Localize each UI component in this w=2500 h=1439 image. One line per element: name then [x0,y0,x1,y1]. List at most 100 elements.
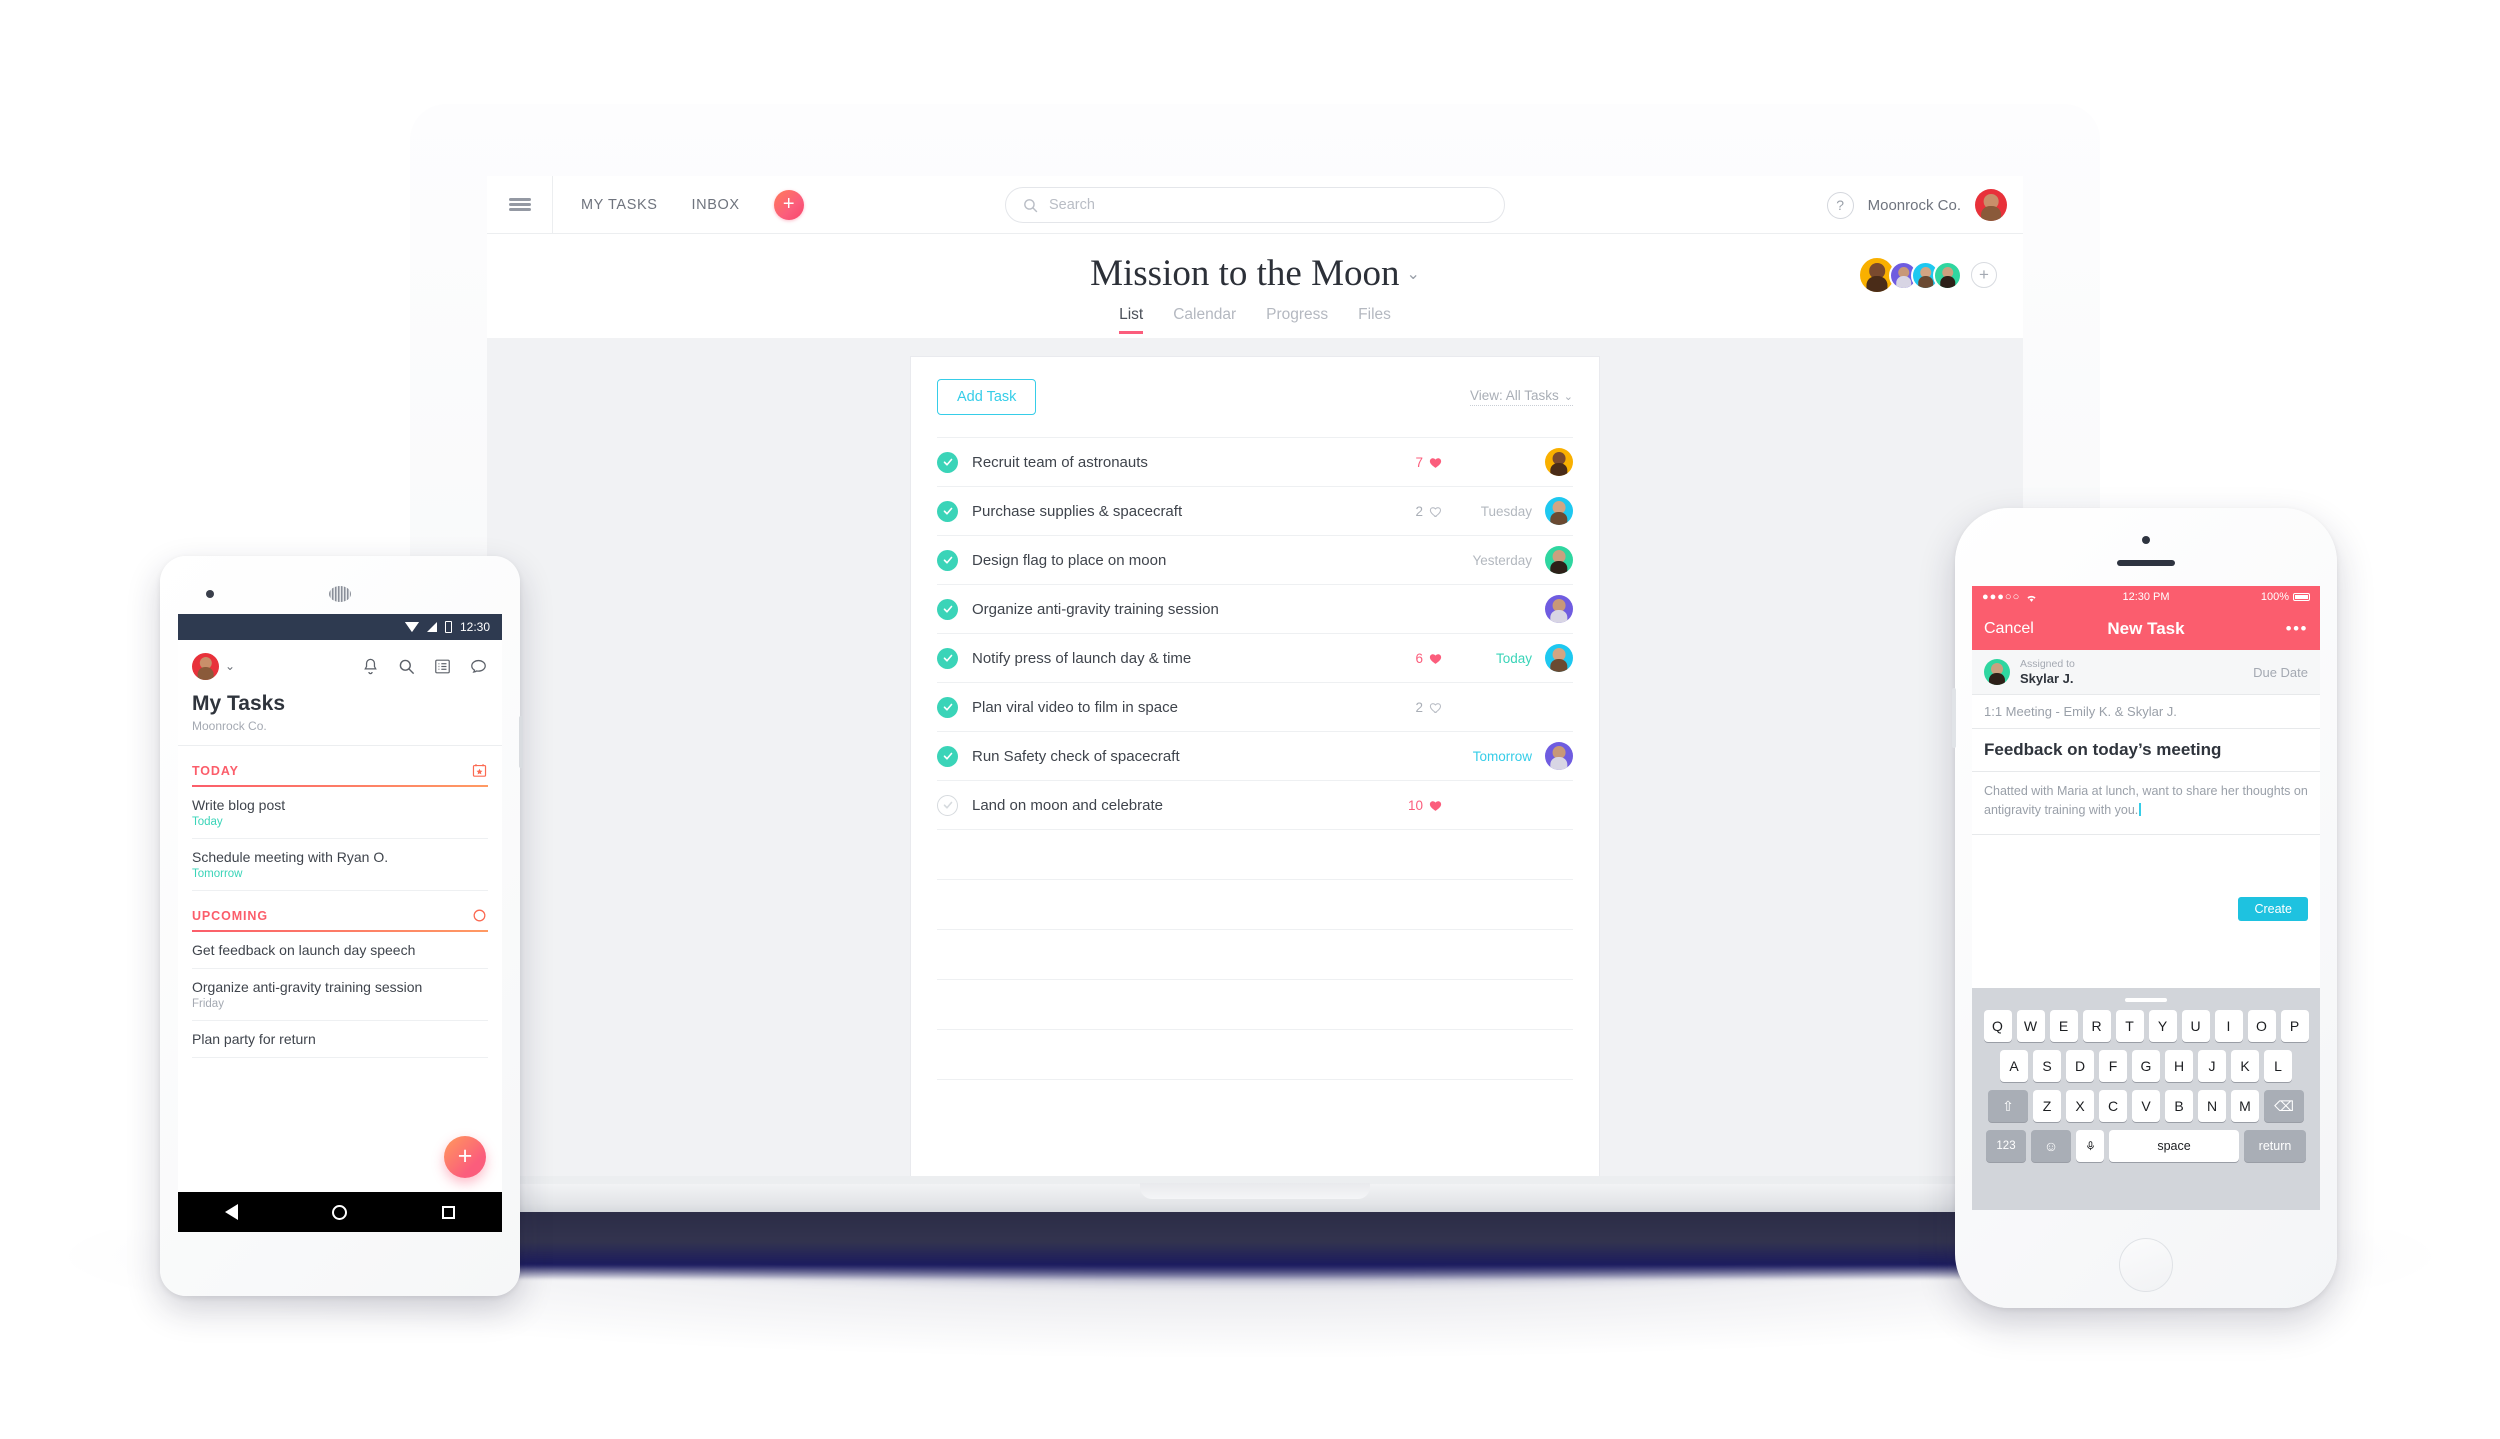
nav-item-my-tasks[interactable]: MY TASKS [581,197,658,213]
task-checkbox[interactable] [937,500,958,522]
help-icon[interactable]: ? [1826,191,1854,219]
search-bar[interactable]: Search [1005,187,1505,223]
like-count[interactable]: 10 [1408,798,1443,813]
key-r[interactable]: R [2082,1010,2111,1042]
recents-square-icon[interactable] [441,1205,455,1219]
shift-key[interactable]: ⇧ [1988,1090,2028,1122]
key-a[interactable]: A [2000,1050,2028,1082]
task-due-date[interactable]: Tuesday [1456,504,1532,519]
task-checkbox[interactable] [937,598,958,620]
avatar[interactable] [1975,189,2007,221]
key-l[interactable]: L [2264,1050,2292,1082]
tab-files[interactable]: Files [1358,306,1391,334]
avatar[interactable] [1545,644,1573,672]
heart-filled-icon[interactable] [1428,455,1443,470]
task-checkbox[interactable] [937,451,958,473]
key-u[interactable]: U [2181,1010,2210,1042]
chevron-down-icon[interactable]: ⌄ [225,659,235,673]
like-count[interactable]: 7 [1415,455,1443,470]
like-count[interactable]: 2 [1415,504,1443,519]
avatar[interactable] [1545,546,1573,574]
circle-icon[interactable] [471,907,488,924]
back-triangle-icon[interactable] [225,1204,239,1220]
task-due-date[interactable]: Tomorrow [1456,749,1532,764]
view-filter-dropdown[interactable]: View: All Tasks ⌄ [1469,388,1573,406]
task-row[interactable]: Design flag to place on moon Yesterday [937,535,1573,584]
task-checkbox[interactable] [937,745,958,767]
key-q[interactable]: Q [1983,1010,2012,1042]
key-n[interactable]: N [2198,1090,2226,1122]
add-task-fab[interactable]: + [444,1136,486,1178]
key-w[interactable]: W [2016,1010,2045,1042]
task-notes-field[interactable]: Chatted with Maria at lunch, want to sha… [1972,772,2320,835]
task-row[interactable]: Purchase supplies & spacecraft 2 Tuesday [937,486,1573,535]
space-key[interactable]: space [2109,1130,2239,1162]
task-row[interactable]: Run Safety check of spacecraft Tomorrow [937,731,1573,780]
tab-list[interactable]: List [1119,306,1144,334]
key-t[interactable]: T [2115,1010,2144,1042]
task-checkbox[interactable] [937,794,958,816]
list-item[interactable]: Write blog post Today [192,787,488,839]
task-row[interactable]: Land on moon and celebrate 10 [937,780,1573,829]
heart-outline-icon[interactable] [1428,700,1443,715]
key-j[interactable]: J [2198,1050,2226,1082]
home-circle-icon[interactable] [332,1204,348,1220]
heart-outline-icon[interactable] [1428,504,1443,519]
key-i[interactable]: I [2214,1010,2243,1042]
key-x[interactable]: X [2066,1090,2094,1122]
task-checkbox[interactable] [937,647,958,669]
avatar[interactable] [1545,595,1573,623]
key-o[interactable]: O [2247,1010,2276,1042]
list-item[interactable]: Plan party for return [192,1021,488,1058]
return-key[interactable]: return [2244,1130,2306,1162]
avatar[interactable] [1984,659,2010,685]
task-due-date[interactable]: Yesterday [1456,553,1532,568]
avatar[interactable] [1933,260,1962,290]
heart-filled-icon[interactable] [1428,651,1443,666]
avatar[interactable] [1545,448,1573,476]
task-checkbox[interactable] [937,696,958,718]
search-input[interactable]: Search [1049,197,1095,213]
task-row[interactable]: Organize anti-gravity training session [937,584,1573,633]
hamburger-icon[interactable] [487,176,553,234]
quick-add-button[interactable]: + [773,189,804,220]
org-name[interactable]: Moonrock Co. [1868,197,1961,214]
key-v[interactable]: V [2132,1090,2160,1122]
key-y[interactable]: Y [2148,1010,2177,1042]
chat-icon[interactable] [469,657,488,676]
more-options-button[interactable]: ••• [2286,619,2308,639]
assignee-row[interactable]: Assigned to Skylar J. Due Date [1972,650,2320,695]
key-h[interactable]: H [2165,1050,2193,1082]
key-f[interactable]: F [2099,1050,2127,1082]
avatar[interactable] [192,652,219,680]
due-date-button[interactable]: Due Date [2253,665,2308,680]
key-k[interactable]: K [2231,1050,2259,1082]
search-icon[interactable] [397,657,416,676]
avatar[interactable] [1545,497,1573,525]
key-p[interactable]: P [2280,1010,2309,1042]
task-title-field[interactable]: Feedback on today’s meeting [1972,729,2320,772]
add-task-button[interactable]: Add Task [937,379,1037,415]
list-icon[interactable] [433,657,452,676]
create-button[interactable]: Create [2238,896,2308,921]
add-member-button[interactable]: + [1971,262,1997,288]
android-side-button[interactable] [519,716,523,768]
task-row[interactable]: Plan viral video to film in space 2 [937,682,1573,731]
numbers-key[interactable]: 123 [1986,1130,2026,1162]
calendar-star-icon[interactable] [471,762,488,779]
key-d[interactable]: D [2066,1050,2094,1082]
home-button[interactable] [2119,1238,2173,1292]
key-c[interactable]: C [2099,1090,2127,1122]
backspace-key[interactable]: ⌫ [2264,1090,2304,1122]
like-count[interactable]: 2 [1415,700,1443,715]
tab-progress[interactable]: Progress [1266,306,1328,334]
tab-calendar[interactable]: Calendar [1173,306,1236,334]
mic-key[interactable] [2076,1130,2104,1162]
bell-icon[interactable] [361,657,380,676]
list-item[interactable]: Schedule meeting with Ryan O. Tomorrow [192,839,488,891]
key-z[interactable]: Z [2033,1090,2061,1122]
project-field[interactable]: 1:1 Meeting - Emily K. & Skylar J. [1972,695,2320,729]
heart-filled-icon[interactable] [1428,798,1443,813]
task-row[interactable]: Recruit team of astronauts 7 [937,437,1573,486]
key-e[interactable]: E [2049,1010,2078,1042]
